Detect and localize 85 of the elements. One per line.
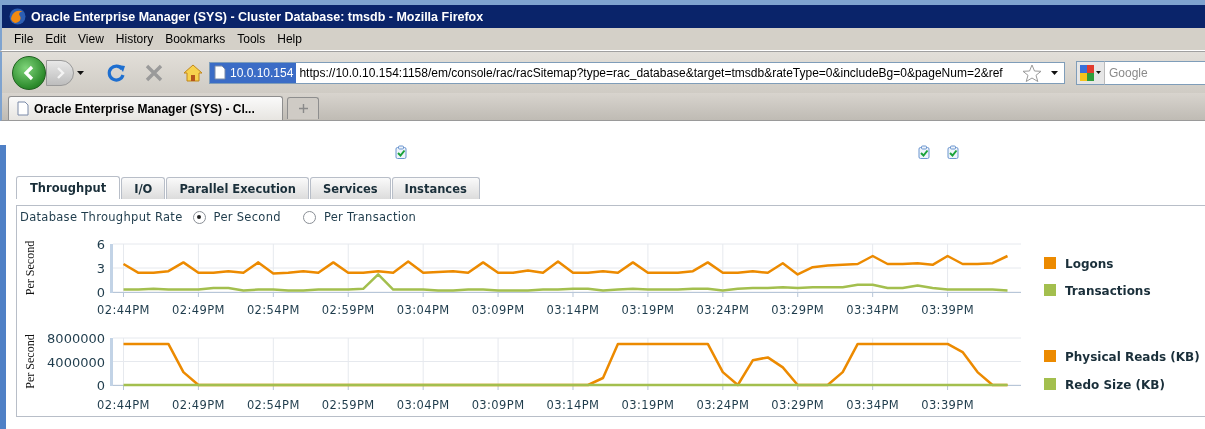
axis-tick-label: 03:24PM	[696, 303, 750, 317]
page-tab[interactable]: Parallel Execution	[166, 177, 309, 199]
clipboard-check-icon	[918, 144, 930, 160]
axis-tick-label: 03:09PM	[471, 398, 525, 412]
rate-label: Database Throughput Rate	[20, 210, 183, 224]
axis-tick-label: 03:19PM	[621, 398, 675, 412]
axis-title: Per Second	[23, 334, 37, 389]
menu-item[interactable]: Bookmarks	[159, 30, 232, 48]
site-identity-button[interactable]: 10.0.10.154	[210, 62, 297, 83]
axis-tick-label: 03:29PM	[771, 303, 825, 317]
axis-tick-label: 02:54PM	[246, 303, 300, 317]
clipboard-check-icon	[395, 144, 407, 160]
stop-icon[interactable]	[145, 63, 163, 82]
back-button[interactable]	[12, 55, 46, 90]
axis-tick-label: 02:49PM	[172, 398, 225, 412]
multicolor-squares-icon	[1080, 64, 1094, 81]
axis-tick-label: 03:34PM	[846, 303, 900, 317]
chevron-right-icon	[55, 66, 65, 79]
page-tab[interactable]: Instances	[391, 177, 480, 199]
clipboard-check-icon	[947, 144, 959, 160]
axis-tick-label: 03:34PM	[846, 398, 900, 412]
page-tab[interactable]: Throughput	[16, 176, 121, 199]
page-tab[interactable]: Services	[309, 177, 391, 199]
y-axis	[110, 244, 113, 293]
axis-tick-label: 03:39PM	[921, 303, 974, 317]
menu-item[interactable]: File	[8, 30, 40, 48]
axis-tick-label: 03:19PM	[621, 303, 675, 317]
chevron-left-icon	[22, 64, 36, 81]
axis-tick-label: 02:59PM	[321, 303, 375, 317]
axis-tick-label: 03:29PM	[771, 398, 825, 412]
axis-tick-label: 02:49PM	[172, 303, 225, 317]
axis-tick-label: 03:14PM	[546, 398, 600, 412]
axis-title: Per Second	[23, 240, 37, 296]
menu-item[interactable]: View	[72, 30, 110, 48]
window-title: Oracle Enterprise Manager (SYS) - Cluster Database: tmsdb - Mozilla Firefox	[31, 9, 484, 24]
url-text: https://10.0.10.154:1158/em/console/rac/racSitemap?type=rac_database&target=tmsdb&rateType=0&includeBg=0&pageNum=2&ref	[298, 65, 1004, 80]
axis-tick-label: 02:44PM	[97, 303, 150, 317]
radio-button[interactable]	[192, 210, 206, 224]
reload-icon[interactable]	[106, 62, 126, 83]
legend-label: Logons	[1065, 256, 1114, 271]
axis-tick-label: 0	[96, 285, 105, 300]
legend-swatch	[1044, 284, 1056, 296]
axis-tick-label: 03:04PM	[396, 398, 450, 412]
legend-label: Redo Size (KB)	[1065, 377, 1165, 392]
radio-label[interactable]: Per Transaction	[323, 210, 417, 224]
page-icon	[214, 65, 226, 80]
legend-swatch	[1044, 350, 1056, 362]
axis-tick-label: 03:24PM	[696, 398, 750, 412]
browser-tab[interactable]: Oracle Enterprise Manager (SYS) - Cl...	[8, 96, 283, 120]
browser-icon	[9, 8, 26, 25]
search-field[interactable]: Google	[1105, 60, 1205, 85]
home-icon[interactable]	[183, 63, 203, 82]
axis-tick-label: 03:09PM	[471, 303, 525, 317]
y-axis	[110, 338, 113, 386]
axis-tick-label: 03:39PM	[921, 398, 974, 412]
radio-button[interactable]	[302, 210, 316, 224]
new-tab-button[interactable]	[287, 97, 319, 119]
axis-tick-label: 0	[96, 378, 105, 393]
caret-icon[interactable]	[1051, 70, 1058, 75]
legend-swatch	[1044, 257, 1056, 269]
axis-tick-label: 03:14PM	[546, 303, 600, 317]
star-icon[interactable]	[1022, 63, 1042, 82]
search-engine-button[interactable]	[1076, 60, 1105, 85]
page-tab[interactable]: I/O	[121, 177, 166, 199]
menu-item[interactable]: Tools	[231, 30, 272, 48]
plus-icon	[298, 104, 308, 113]
menu-item[interactable]: Edit	[39, 30, 73, 48]
radio-label[interactable]: Per Second	[213, 210, 281, 224]
caret-icon	[1096, 71, 1101, 74]
axis-tick-label: 6	[96, 237, 105, 252]
axis-tick-label: 8000000	[47, 331, 105, 346]
menu-item[interactable]: History	[109, 30, 160, 48]
page-icon	[17, 101, 29, 116]
menu-item[interactable]: Help	[271, 30, 308, 48]
axis-tick-label: 3	[96, 261, 105, 276]
caret-icon[interactable]	[77, 70, 84, 75]
legend-label: Transactions	[1065, 283, 1151, 298]
axis-tick-label: 02:54PM	[246, 398, 300, 412]
legend-swatch	[1044, 378, 1056, 390]
axis-tick-label: 02:59PM	[321, 398, 375, 412]
address-bar[interactable]: 10.0.10.154 https://10.0.10.154:1158/em/console/rac/racSitemap?type=rac_database&target=tmsdb&rateType=0&includeBg=0&pageNum=2&ref	[209, 61, 1065, 84]
axis-tick-label: 4000000	[47, 354, 105, 370]
legend-label: Physical Reads (KB)	[1065, 349, 1200, 364]
axis-tick-label: 03:04PM	[396, 303, 450, 317]
axis-tick-label: 02:44PM	[97, 398, 150, 412]
